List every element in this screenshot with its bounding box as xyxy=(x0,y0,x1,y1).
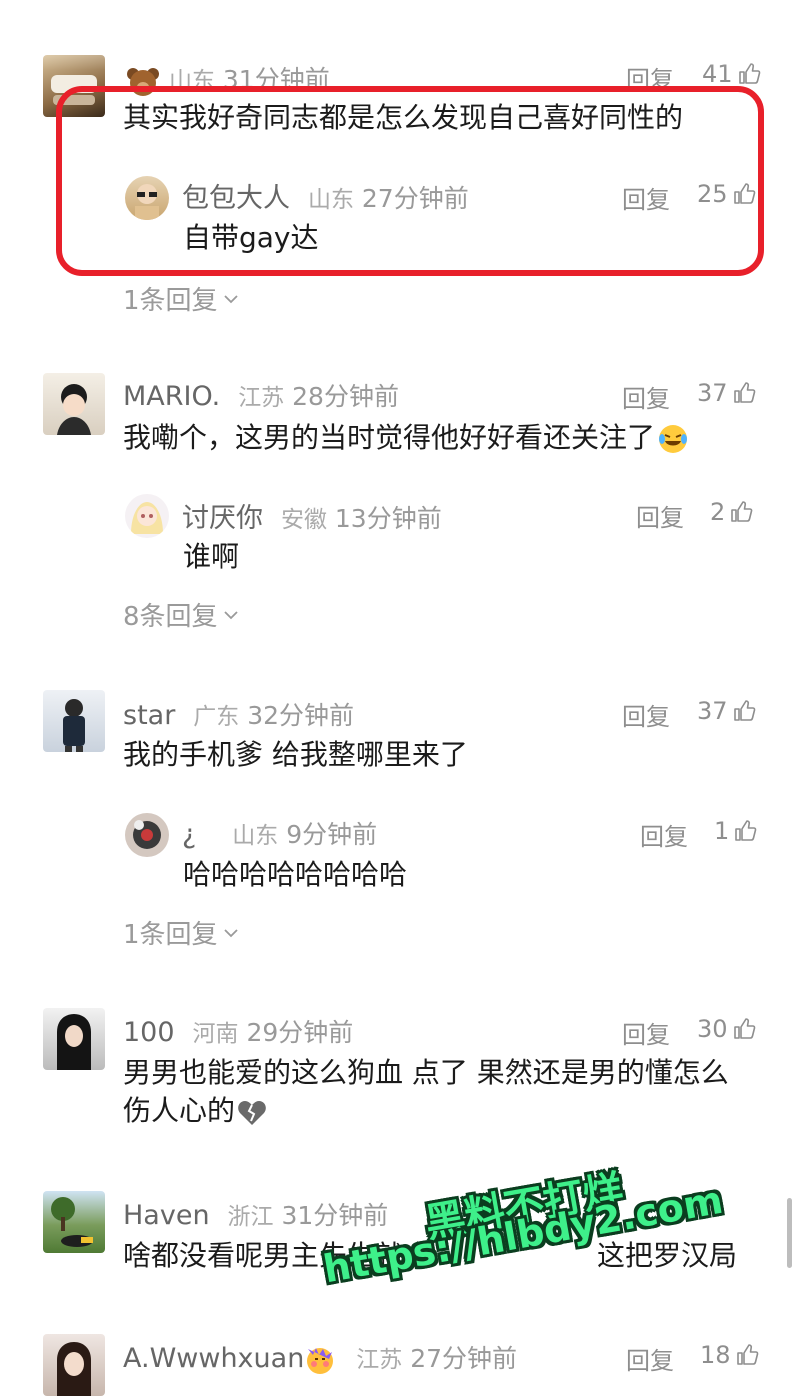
like-count: 37 xyxy=(697,697,728,725)
thumbs-up-icon xyxy=(731,501,753,522)
thumbs-up-icon xyxy=(733,1018,755,1039)
top-fade xyxy=(0,0,800,70)
comment-meta: 100 河南 29分钟前 xyxy=(123,1013,353,1049)
reply-button[interactable]: 回复 xyxy=(622,1015,670,1050)
location: 山东 xyxy=(232,823,279,849)
nickname[interactable]: Haven xyxy=(123,1200,210,1231)
reply-avatar[interactable] xyxy=(125,494,169,538)
reply-nickname[interactable]: ¿ xyxy=(182,819,196,850)
avatar[interactable] xyxy=(43,1334,105,1396)
thumbs-up-icon xyxy=(733,382,755,403)
view-more-replies[interactable]: 1条回复 xyxy=(123,914,238,951)
like-button[interactable]: 1 xyxy=(714,817,757,845)
reply-meta: ¿ 山东 9分钟前 xyxy=(182,815,377,851)
reply-button[interactable]: 回复 xyxy=(626,1341,674,1376)
comment-meta: Haven 浙江 31分钟前 xyxy=(123,1196,388,1232)
chevron-down-icon xyxy=(223,294,238,303)
like-count: 18 xyxy=(700,1341,731,1369)
timestamp: 29分钟前 xyxy=(246,1018,354,1047)
chevron-down-icon xyxy=(223,610,238,619)
timestamp: 31分钟前 xyxy=(281,1201,389,1230)
location: 河南 xyxy=(192,1021,239,1047)
comment-text-content: 我嘞个，这男的当时觉得他好好看还关注了 xyxy=(123,421,656,454)
like-count: 37 xyxy=(697,379,728,407)
broken-heart-icon xyxy=(237,1098,267,1126)
timestamp: 28分钟前 xyxy=(292,382,399,411)
comment-meta: A.Wwwhxuan 江苏 27分钟前 xyxy=(123,1339,517,1375)
hot-face-emoji-icon xyxy=(304,1345,336,1375)
like-count: 30 xyxy=(697,1015,728,1043)
like-count: 2 xyxy=(710,498,726,526)
like-count: 1 xyxy=(714,817,730,845)
like-button[interactable]: 2 xyxy=(710,498,753,526)
timestamp: 27分钟前 xyxy=(410,1344,518,1373)
more-replies-label: 1条回复 xyxy=(123,920,218,950)
reply-text: 哈哈哈哈哈哈哈哈 xyxy=(183,858,408,891)
location: 安徽 xyxy=(280,507,327,533)
nickname[interactable]: 100 xyxy=(123,1017,175,1048)
more-replies-label: 8条回复 xyxy=(123,602,218,632)
like-button[interactable]: 37 xyxy=(697,379,756,407)
comment-text: 我嘞个，这男的当时觉得他好好看还关注了 xyxy=(123,418,689,458)
thumbs-up-icon xyxy=(735,820,757,841)
comment-meta: MARIO. 江苏 28分钟前 xyxy=(123,377,399,413)
comment-text-line2: 伤人心的 xyxy=(123,1091,267,1131)
thumbs-up-icon xyxy=(733,700,755,721)
view-more-replies[interactable]: 8条回复 xyxy=(123,596,238,633)
reply-button[interactable]: 回复 xyxy=(636,498,684,533)
reply-button[interactable]: 回复 xyxy=(640,817,688,852)
comment-meta: star 广东 32分钟前 xyxy=(123,696,354,732)
scrollbar[interactable] xyxy=(787,1198,792,1268)
like-button[interactable]: 18 xyxy=(700,1341,759,1369)
comment-text-content: 伤人心的 xyxy=(123,1094,236,1127)
more-replies-label: 1条回复 xyxy=(123,286,218,316)
nickname[interactable]: A.Wwwhxuan xyxy=(123,1343,304,1374)
timestamp: 13分钟前 xyxy=(334,504,442,533)
reply-text: 谁啊 xyxy=(183,540,240,573)
reply-avatar[interactable] xyxy=(125,813,169,857)
comment-text-line1: 男男也能爱的这么狗血 点了 果然还是男的懂怎么 xyxy=(123,1056,729,1089)
like-button[interactable]: 30 xyxy=(697,1015,756,1043)
red-highlight-box xyxy=(56,86,764,276)
nickname[interactable]: star xyxy=(123,700,175,731)
avatar[interactable] xyxy=(43,1191,105,1253)
timestamp: 9分钟前 xyxy=(286,820,378,849)
location: 江苏 xyxy=(238,385,285,411)
chevron-down-icon xyxy=(223,928,238,937)
comment-text: 我的手机爹 给我整哪里来了 xyxy=(123,738,468,771)
reply-button[interactable]: 回复 xyxy=(622,379,670,414)
location: 江苏 xyxy=(356,1347,403,1373)
like-button[interactable]: 37 xyxy=(697,697,756,725)
timestamp: 32分钟前 xyxy=(247,701,355,730)
nickname[interactable]: MARIO. xyxy=(123,381,220,412)
location: 浙江 xyxy=(227,1204,274,1230)
view-more-replies[interactable]: 1条回复 xyxy=(123,280,238,317)
comment-text-end: 这把罗汉局 xyxy=(597,1239,738,1272)
reply-button[interactable]: 回复 xyxy=(622,697,670,732)
avatar[interactable] xyxy=(43,373,105,435)
reply-nickname[interactable]: 讨厌你 xyxy=(182,503,263,534)
laughing-crying-emoji-icon xyxy=(657,423,689,455)
thumbs-up-icon xyxy=(736,1344,758,1365)
location: 广东 xyxy=(193,704,240,730)
avatar[interactable] xyxy=(43,690,105,752)
reply-meta: 讨厌你 安徽 13分钟前 xyxy=(182,496,442,535)
avatar[interactable] xyxy=(43,1008,105,1070)
